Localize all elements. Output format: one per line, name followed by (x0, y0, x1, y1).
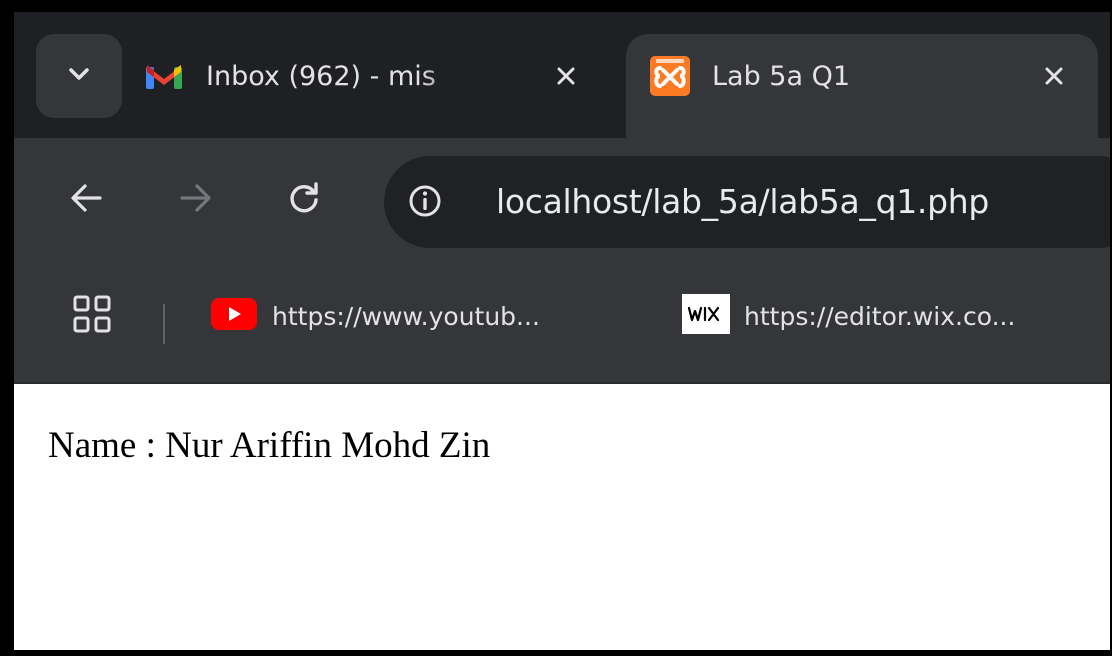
bookmark-label: https://www.youtub... (272, 301, 540, 331)
address-bar[interactable]: localhost/lab_5a/lab5a_q1.php (384, 156, 1110, 248)
name-text: Name : Nur Ariffin Mohd Zin (48, 425, 491, 466)
arrow-left-icon (70, 183, 102, 218)
screenshot-frame: Inbox (962) - mis Lab 5a Q1 localhost/la… (0, 0, 1112, 656)
gmail-icon (144, 56, 184, 96)
apps-button[interactable] (68, 292, 116, 340)
tab-lab5a[interactable]: Lab 5a Q1 (626, 34, 1098, 138)
page-content: Name : Nur Ariffin Mohd Zin (14, 384, 1110, 650)
close-icon[interactable] (1034, 56, 1074, 96)
bookmark-wix[interactable]: https://editor.wix.co... (682, 292, 1015, 340)
tab-gmail[interactable]: Inbox (962) - mis (144, 34, 604, 138)
toolbar: localhost/lab_5a/lab5a_q1.php (14, 138, 1110, 262)
bookmarks-bar: https://www.youtub... https://editor.wix… (14, 262, 1110, 384)
forward-button[interactable] (170, 174, 222, 226)
tab-title: Lab 5a Q1 (712, 60, 851, 92)
arrow-right-icon (180, 183, 212, 218)
bookmark-youtube[interactable]: https://www.youtub... (210, 292, 540, 340)
browser-window: Inbox (962) - mis Lab 5a Q1 localhost/la… (14, 12, 1110, 650)
tab-title: Inbox (962) - mis (206, 60, 436, 92)
site-info-button[interactable] (402, 180, 448, 226)
xampp-icon (650, 56, 690, 96)
bookmark-label: https://editor.wix.co... (744, 301, 1016, 331)
chevron-down-icon (68, 67, 90, 86)
apps-grid-icon (72, 294, 112, 339)
tab-strip: Inbox (962) - mis Lab 5a Q1 (14, 12, 1110, 138)
reload-button[interactable] (278, 174, 330, 226)
youtube-icon (210, 297, 258, 336)
bookmarks-divider (163, 304, 165, 344)
back-button[interactable] (60, 174, 112, 226)
close-icon[interactable] (546, 56, 586, 96)
wix-icon (682, 293, 730, 339)
reload-icon (287, 181, 321, 220)
info-icon (408, 184, 442, 223)
tab-search-button[interactable] (36, 34, 122, 118)
url-text[interactable]: localhost/lab_5a/lab5a_q1.php (496, 156, 989, 248)
